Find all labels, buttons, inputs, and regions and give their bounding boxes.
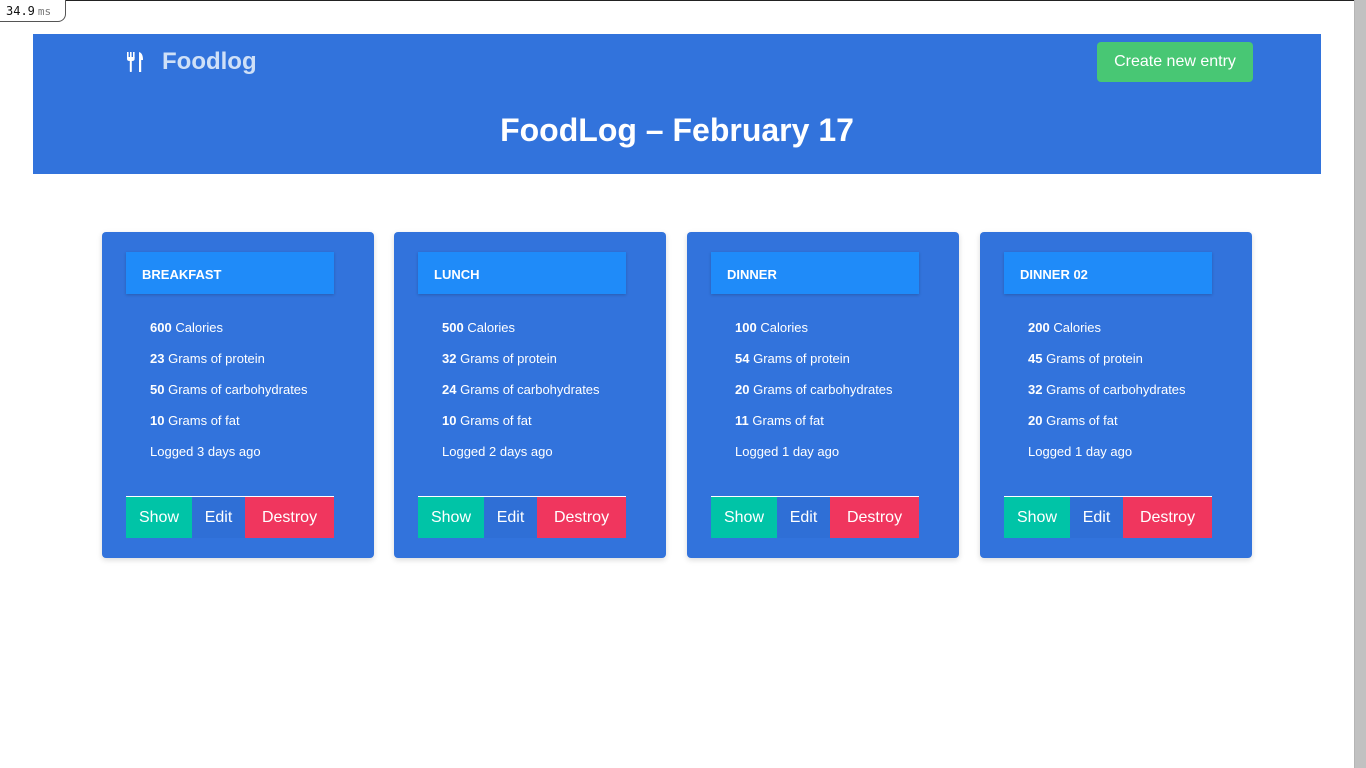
show-button[interactable]: Show [418, 497, 484, 538]
carbs-value: 20 [735, 382, 750, 397]
fat-item: 11 Grams of fat [735, 413, 893, 444]
protein-value: 32 [442, 351, 457, 366]
render-time-badge: 34.9 ms [0, 0, 66, 22]
navbar-brand[interactable]: Foodlog [126, 48, 257, 76]
carbs-label: Grams of carbohydrates [753, 382, 893, 397]
protein-value: 23 [150, 351, 165, 366]
nutrition-list: 100 Calories 54 Grams of protein 20 Gram… [735, 320, 893, 475]
protein-value: 54 [735, 351, 750, 366]
carbs-item: 32 Grams of carbohydrates [1028, 382, 1186, 413]
calories-label: Calories [760, 320, 809, 335]
logged-time: Logged 3 days ago [150, 444, 261, 459]
calories-label: Calories [1053, 320, 1102, 335]
calories-label: Calories [175, 320, 224, 335]
edit-button[interactable]: Edit [777, 497, 830, 538]
calories-value: 600 [150, 320, 172, 335]
fat-item: 10 Grams of fat [150, 413, 308, 444]
entry-title: BREAKFAST [126, 252, 334, 294]
show-button[interactable]: Show [1004, 497, 1070, 538]
vertical-scrollbar[interactable] [1354, 0, 1366, 768]
show-button[interactable]: Show [126, 497, 192, 538]
calories-value: 500 [442, 320, 464, 335]
fat-value: 10 [150, 413, 165, 428]
entry-title: DINNER [711, 252, 919, 294]
utensils-icon [126, 52, 146, 72]
fat-value: 20 [1028, 413, 1043, 428]
entry-card-dinner-02: DINNER 02 200 Calories 45 Grams of prote… [980, 232, 1252, 558]
card-actions: Show Edit Destroy [418, 496, 626, 538]
entry-title: LUNCH [418, 252, 626, 294]
carbs-item: 20 Grams of carbohydrates [735, 382, 893, 413]
carbs-label: Grams of carbohydrates [460, 382, 600, 397]
hero-header: Foodlog Create new entry FoodLog – Febru… [33, 34, 1321, 174]
render-time-unit: ms [37, 5, 52, 18]
edit-button[interactable]: Edit [484, 497, 537, 538]
destroy-button[interactable]: Destroy [537, 497, 626, 538]
calories-value: 200 [1028, 320, 1050, 335]
create-new-entry-button[interactable]: Create new entry [1097, 42, 1253, 82]
entry-card-breakfast: BREAKFAST 600 Calories 23 Grams of prote… [102, 232, 374, 558]
carbs-label: Grams of carbohydrates [1046, 382, 1186, 397]
edit-button[interactable]: Edit [1070, 497, 1123, 538]
protein-value: 45 [1028, 351, 1043, 366]
carbs-value: 24 [442, 382, 457, 397]
fat-label: Grams of fat [168, 413, 240, 428]
nutrition-list: 500 Calories 32 Grams of protein 24 Gram… [442, 320, 600, 475]
logged-time: Logged 2 days ago [442, 444, 553, 459]
fat-label: Grams of fat [460, 413, 532, 428]
protein-item: 32 Grams of protein [442, 351, 600, 382]
fat-item: 20 Grams of fat [1028, 413, 1186, 444]
fat-value: 11 [735, 413, 749, 428]
carbs-value: 32 [1028, 382, 1043, 397]
protein-label: Grams of protein [753, 351, 850, 366]
entry-card-dinner: DINNER 100 Calories 54 Grams of protein … [687, 232, 959, 558]
nutrition-list: 200 Calories 45 Grams of protein 32 Gram… [1028, 320, 1186, 475]
destroy-button[interactable]: Destroy [1123, 497, 1212, 538]
show-button[interactable]: Show [711, 497, 777, 538]
carbs-value: 50 [150, 382, 165, 397]
calories-value: 100 [735, 320, 757, 335]
calories-item: 600 Calories [150, 320, 308, 351]
fat-label: Grams of fat [752, 413, 824, 428]
card-actions: Show Edit Destroy [1004, 496, 1212, 538]
protein-label: Grams of protein [168, 351, 265, 366]
fat-label: Grams of fat [1046, 413, 1118, 428]
card-actions: Show Edit Destroy [126, 496, 334, 538]
render-time-value: 34.9 [6, 4, 35, 18]
entry-card-lunch: LUNCH 500 Calories 32 Grams of protein 2… [394, 232, 666, 558]
card-actions: Show Edit Destroy [711, 496, 919, 538]
destroy-button[interactable]: Destroy [245, 497, 334, 538]
calories-item: 100 Calories [735, 320, 893, 351]
edit-button[interactable]: Edit [192, 497, 245, 538]
fat-item: 10 Grams of fat [442, 413, 600, 444]
logged-time: Logged 1 day ago [735, 444, 840, 459]
entry-title: DINNER 02 [1004, 252, 1212, 294]
page-title: FoodLog – February 17 [500, 112, 854, 148]
logged-time: Logged 1 day ago [1028, 444, 1133, 459]
protein-item: 23 Grams of protein [150, 351, 308, 382]
fat-value: 10 [442, 413, 457, 428]
destroy-button[interactable]: Destroy [830, 497, 919, 538]
brand-name: Foodlog [162, 48, 257, 75]
protein-label: Grams of protein [460, 351, 557, 366]
carbs-item: 50 Grams of carbohydrates [150, 382, 308, 413]
carbs-item: 24 Grams of carbohydrates [442, 382, 600, 413]
protein-label: Grams of protein [1046, 351, 1143, 366]
calories-label: Calories [467, 320, 516, 335]
nutrition-list: 600 Calories 23 Grams of protein 50 Gram… [150, 320, 308, 475]
protein-item: 54 Grams of protein [735, 351, 893, 382]
carbs-label: Grams of carbohydrates [168, 382, 308, 397]
protein-item: 45 Grams of protein [1028, 351, 1186, 382]
calories-item: 500 Calories [442, 320, 600, 351]
calories-item: 200 Calories [1028, 320, 1186, 351]
window-top-border [0, 0, 1366, 1]
